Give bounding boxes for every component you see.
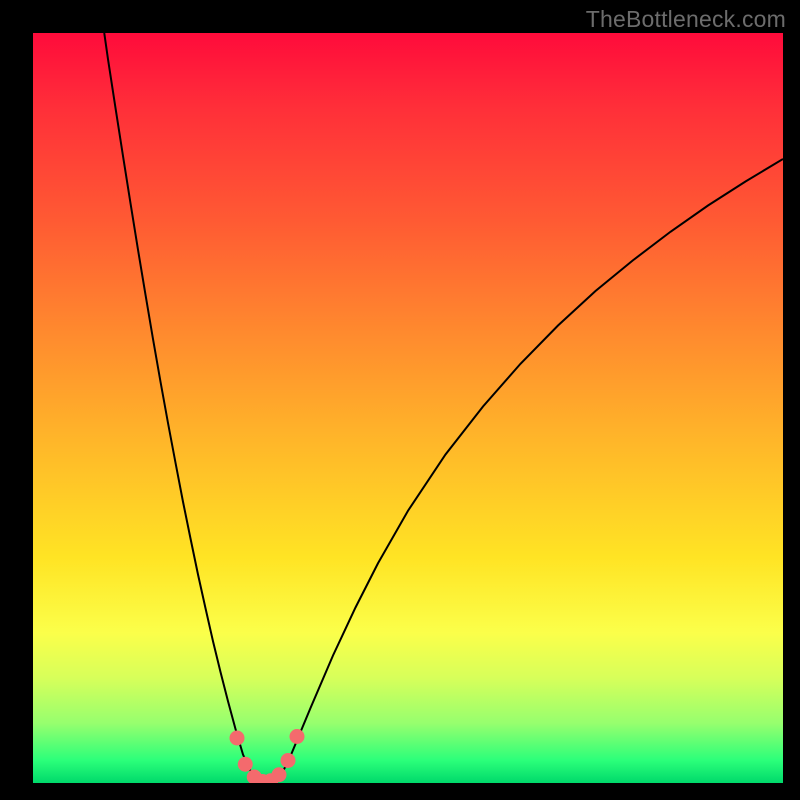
chart-frame: TheBottleneck.com <box>0 0 800 800</box>
optimum-marker <box>238 757 252 771</box>
optimum-marker <box>230 731 244 745</box>
optimum-marker-group <box>230 730 304 784</box>
optimum-marker <box>281 754 295 768</box>
bottleneck-curve <box>104 33 783 783</box>
curve-svg <box>33 33 783 783</box>
optimum-marker <box>290 730 304 744</box>
optimum-marker <box>272 768 286 782</box>
watermark-text: TheBottleneck.com <box>586 6 786 33</box>
plot-area <box>33 33 783 783</box>
